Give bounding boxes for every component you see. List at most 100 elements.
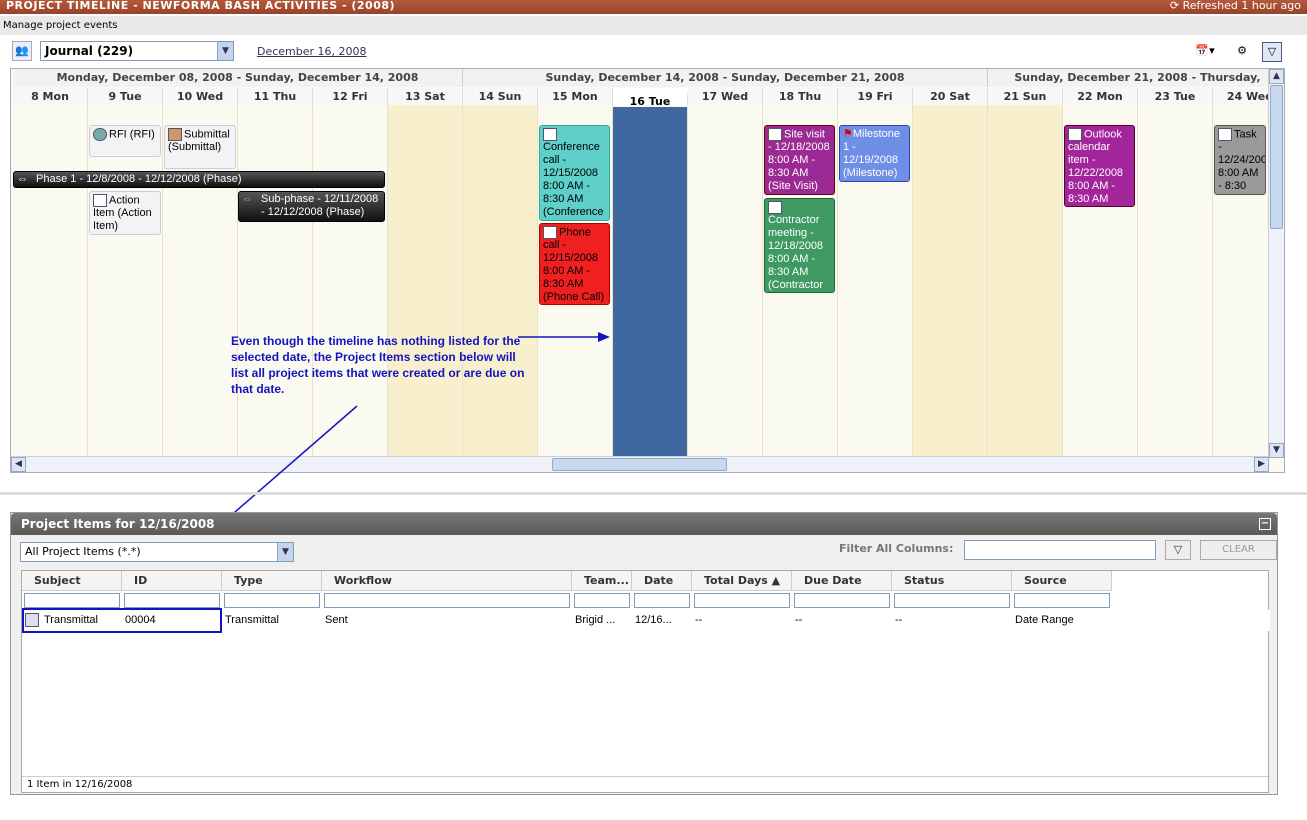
highlight-box [22, 608, 222, 633]
day-column[interactable] [388, 105, 463, 460]
item-type-select[interactable]: All Project Items (*.*) ▼ [20, 542, 294, 562]
column-filter-input[interactable] [894, 593, 1010, 608]
clear-button[interactable]: CLEAR [1200, 540, 1277, 560]
calendar-view-icon[interactable]: 📅▾ [1190, 42, 1220, 62]
day-column[interactable] [13, 105, 88, 460]
scroll-up-icon[interactable]: ▲ [1269, 69, 1284, 84]
refresh-status[interactable]: ⟳ Refreshed 1 hour ago [1170, 0, 1301, 12]
scroll-down-icon[interactable]: ▼ [1269, 443, 1284, 458]
day-column[interactable] [313, 105, 388, 460]
team-icon[interactable]: 👥 [12, 41, 32, 61]
column-header[interactable]: Type [222, 571, 322, 591]
column-header[interactable]: Status [892, 571, 1012, 591]
day-column[interactable] [463, 105, 538, 460]
column-filter-input[interactable] [1014, 593, 1110, 608]
column-filter-input[interactable] [574, 593, 630, 608]
week-header: Monday, December 08, 2008 - Sunday, Dece… [13, 69, 463, 87]
table-cell: Date Range [1015, 614, 1074, 626]
day-column[interactable] [913, 105, 988, 460]
filter-icon[interactable]: ▽ [1262, 42, 1282, 62]
grid-options-icon[interactable]: ⚙ [1232, 42, 1252, 62]
column-header[interactable]: Total Days ▲ [692, 571, 792, 591]
day-header[interactable]: 9 Tue [88, 88, 163, 105]
timeline-view[interactable]: Monday, December 08, 2008 - Sunday, Dece… [10, 68, 1285, 473]
chevron-down-icon[interactable]: ▼ [217, 42, 233, 60]
column-header[interactable]: Workflow [322, 571, 572, 591]
filter-funnel-icon[interactable]: ▽ [1165, 540, 1191, 560]
day-header[interactable]: 19 Fri [838, 88, 913, 105]
event-conference-call[interactable]: Conference call - 12/15/2008 8:00 AM - 8… [539, 125, 610, 221]
splitter[interactable] [0, 492, 1307, 495]
day-column[interactable] [238, 105, 313, 460]
week-header: Sunday, December 14, 2008 - Sunday, Dece… [463, 69, 988, 87]
event-phone-call[interactable]: Phone call - 12/15/2008 8:00 AM - 8:30 A… [539, 223, 610, 305]
column-filter-input[interactable] [224, 593, 320, 608]
day-header[interactable]: 16 Tue [613, 88, 688, 107]
column-filter-input[interactable] [124, 593, 220, 608]
day-header[interactable]: 15 Mon [538, 88, 613, 105]
flag-icon: ⚑ [843, 128, 853, 140]
event-milestone[interactable]: ⚑Milestone 1 - 12/19/2008 (Milestone) [839, 125, 910, 182]
subphase-bar[interactable]: ⇔ Sub-phase - 12/11/2008 - 12/12/2008 (P… [238, 191, 385, 222]
event-contractor-meeting[interactable]: Contractor meeting - 12/18/2008 8:00 AM … [764, 198, 835, 293]
column-header[interactable]: Subject [22, 571, 122, 591]
day-header[interactable]: 18 Thu [763, 88, 838, 105]
chevron-down-icon[interactable]: ▼ [277, 543, 293, 561]
day-header[interactable]: 23 Tue [1138, 88, 1213, 105]
day-column[interactable] [1138, 105, 1213, 460]
project-items-grid: Subject ID Type Workflow Team... Date Total Da… [21, 570, 1270, 793]
scroll-thumb[interactable] [1270, 85, 1283, 229]
day-column[interactable] [688, 105, 763, 460]
column-filter-input[interactable] [324, 593, 570, 608]
day-column[interactable] [988, 105, 1063, 460]
column-filter-input[interactable] [794, 593, 890, 608]
column-header[interactable]: Due Date [792, 571, 892, 591]
scroll-right-icon[interactable]: ▶ [1254, 457, 1269, 472]
filter-all-columns-input[interactable] [964, 540, 1156, 560]
day-column[interactable] [88, 105, 163, 460]
collapse-icon[interactable]: − [1259, 518, 1271, 530]
event-action-item[interactable]: Action Item (Action Item) [89, 191, 161, 235]
question-icon [93, 128, 107, 141]
scroll-thumb[interactable] [552, 458, 727, 471]
event-site-visit[interactable]: Site visit - 12/18/2008 8:00 AM - 8:30 A… [764, 125, 835, 195]
column-filter-input[interactable] [694, 593, 790, 608]
phase-bar[interactable]: ⇔ Phase 1 - 12/8/2008 - 12/12/2008 (Phas… [13, 171, 385, 188]
scroll-left-icon[interactable]: ◀ [11, 457, 26, 472]
checklist-icon [93, 194, 107, 207]
column-header[interactable]: Date [632, 571, 692, 591]
filter-label: Filter All Columns: [839, 542, 954, 555]
phase-icon: ⇔ [242, 193, 253, 205]
horizontal-scrollbar[interactable]: ◀ ▶ [11, 456, 1269, 472]
event-rfi[interactable]: RFI (RFI) [89, 125, 161, 157]
project-items-panel: Project Items for 12/16/2008 − All Proje… [10, 512, 1278, 795]
day-header[interactable]: 10 Wed [163, 88, 238, 105]
journal-select[interactable]: Journal (229) ▼ [40, 41, 234, 61]
column-header[interactable]: Team... [572, 571, 632, 591]
day-header[interactable]: 20 Sat [913, 88, 988, 105]
column-header[interactable]: ID [122, 571, 222, 591]
column-header[interactable]: Source [1012, 571, 1112, 591]
day-header[interactable]: 21 Sun [988, 88, 1063, 105]
day-header[interactable]: 17 Wed [688, 88, 763, 105]
date-link[interactable]: December 16, 2008 [257, 45, 367, 58]
window-title: PROJECT TIMELINE - NEWFORMA BASH ACTIVIT… [6, 0, 396, 12]
calendar-icon [768, 128, 782, 141]
window-title-bar: PROJECT TIMELINE - NEWFORMA BASH ACTIVIT… [0, 0, 1307, 14]
table-cell: -- [895, 614, 903, 626]
day-header[interactable]: 11 Thu [238, 88, 313, 105]
day-header[interactable]: 14 Sun [463, 88, 538, 105]
column-filter-input[interactable] [24, 593, 120, 608]
day-header[interactable]: 12 Fri [313, 88, 388, 105]
vertical-scrollbar[interactable]: ▲ ▼ [1268, 69, 1284, 458]
column-filter-input[interactable] [634, 593, 690, 608]
selected-day-column[interactable] [613, 107, 688, 459]
grid-footer: 1 Item in 12/16/2008 [22, 776, 1268, 792]
event-outlook-item[interactable]: Outlook calendar item - 12/22/2008 8:00 … [1064, 125, 1135, 207]
day-header[interactable]: 8 Mon [13, 88, 88, 105]
day-header[interactable]: 13 Sat [388, 88, 463, 105]
calendar-icon [1218, 128, 1232, 141]
day-header[interactable]: 22 Mon [1063, 88, 1138, 105]
event-task[interactable]: Task - 12/24/2008 8:00 AM - 8:30 AM (Tas… [1214, 125, 1266, 195]
event-submittal[interactable]: Submittal (Submittal) [164, 125, 236, 169]
